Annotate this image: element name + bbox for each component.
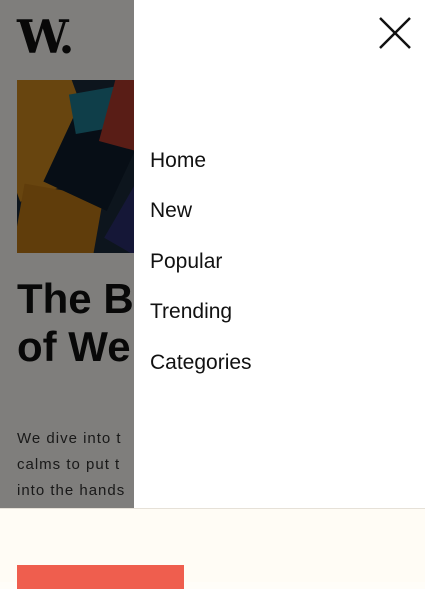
bottom-bar (0, 508, 425, 589)
menu-drawer: Home New Popular Trending Categories (134, 0, 425, 508)
close-icon[interactable] (378, 16, 412, 50)
menu-item-trending[interactable]: Trending (150, 296, 252, 346)
primary-cta-button[interactable] (17, 565, 184, 589)
menu-item-categories[interactable]: Categories (150, 347, 252, 397)
menu-nav: Home New Popular Trending Categories (150, 145, 252, 397)
menu-item-new[interactable]: New (150, 195, 252, 245)
menu-item-popular[interactable]: Popular (150, 246, 252, 296)
menu-item-home[interactable]: Home (150, 145, 252, 195)
